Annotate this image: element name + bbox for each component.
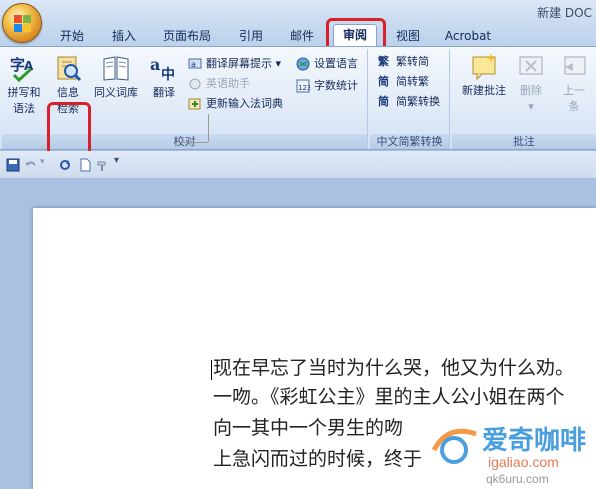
s2t-label: 简转繁 (396, 75, 429, 88)
word-count-icon: 123 (296, 79, 310, 93)
svg-text:123: 123 (298, 84, 310, 92)
thesaurus-label: 同义词库 (94, 86, 138, 99)
translation-tooltip-label: 翻译屏幕提示 (206, 57, 272, 70)
quick-access-toolbar: ▾ ▾ (0, 151, 596, 179)
ribbon: 字 A 拼写和 语法 信息 检索 同义词库 a 中 翻译 a 翻译屏幕提示 ▾ … (0, 46, 596, 178)
previous-label-line2: 条 (568, 100, 580, 113)
english-assistant-icon (189, 78, 201, 90)
thesaurus-book-icon (103, 56, 129, 81)
svg-text:a: a (191, 60, 196, 69)
translate-button[interactable]: a 中 翻译 (144, 53, 184, 101)
title-bar: 新建 DOC 开始 插入 页面布局 引用 邮件 审阅 视图 Acrobat (0, 0, 596, 46)
delete-label: 删除 (520, 84, 542, 97)
delete-comment-button[interactable]: 删除 ▾ (512, 51, 550, 115)
translation-tooltip-icon: a (188, 58, 202, 69)
english-assistant-label: 英语助手 (206, 77, 250, 90)
update-dictionary-icon (188, 98, 201, 110)
word-count-label: 字数统计 (314, 79, 358, 92)
update-ime-label: 更新输入法词典 (206, 97, 283, 110)
chinese-conversion-button[interactable]: 简 简繁转换 (378, 93, 440, 111)
tab-insert[interactable]: 插入 (104, 26, 144, 46)
dropdown-arrow-icon: ▾ (528, 100, 534, 113)
undo-icon[interactable] (24, 158, 38, 172)
research-book-icon (57, 56, 82, 82)
redo-icon[interactable] (58, 158, 72, 172)
thesaurus-button[interactable]: 同义词库 (90, 53, 142, 101)
delete-comment-icon (519, 56, 543, 75)
watermark-logo-icon (431, 428, 477, 464)
spelling-label-line2: 语法 (13, 102, 35, 115)
simplified-to-traditional-button[interactable]: 简 简转繁 (378, 73, 429, 91)
dropdown-arrow-icon: ▾ (275, 57, 282, 70)
simplified-to-traditional-icon: 简 (378, 75, 389, 88)
undo-dropdown-icon[interactable]: ▾ (40, 157, 45, 167)
office-button[interactable] (2, 3, 42, 43)
margin-marker-horizontal (178, 142, 208, 143)
tab-page-layout[interactable]: 页面布局 (152, 26, 222, 46)
chinese-conversion-icon: 简 (378, 95, 389, 108)
document-text-line[interactable]: 现在早忘了当时为什么哭，他又为什么劝。 (213, 354, 596, 382)
watermark-site: igaliao.com (488, 454, 559, 470)
research-label-line1: 信息 (57, 86, 79, 99)
tab-view[interactable]: 视图 (388, 26, 428, 46)
update-ime-dictionary-button[interactable]: 更新输入法词典 (188, 95, 283, 113)
watermark-site-secondary: qk6uru.com (486, 472, 549, 486)
new-comment-button[interactable]: 新建批注 (458, 51, 510, 99)
tab-references[interactable]: 引用 (231, 26, 271, 46)
document-text-line[interactable]: 一吻。《彩虹公主》里的主人公小姐在两个 (213, 383, 596, 411)
new-document-icon[interactable] (78, 158, 92, 172)
spelling-label-line1: 拼写和 (7, 86, 41, 99)
new-comment-label: 新建批注 (462, 84, 506, 97)
watermark-brand: 爱奇咖啡 (482, 425, 587, 455)
previous-comment-button[interactable]: 上一 条 (554, 51, 594, 115)
previous-label-line1: 上一 (563, 84, 585, 97)
set-language-label: 设置语言 (314, 57, 358, 70)
format-painter-icon[interactable] (96, 158, 110, 172)
svg-text:中: 中 (161, 66, 175, 83)
new-comment-icon (472, 53, 496, 81)
window-title: 新建 DOC (537, 6, 592, 20)
svg-text:a: a (150, 55, 160, 74)
tab-mailings[interactable]: 邮件 (282, 26, 322, 46)
previous-comment-icon (564, 56, 586, 75)
office-logo-icon (14, 15, 32, 33)
word-count-button[interactable]: 123 字数统计 (296, 77, 358, 95)
spelling-grammar-button[interactable]: 字 A 拼写和 语法 (6, 53, 42, 117)
svg-text:字: 字 (10, 56, 25, 74)
text-cursor (211, 360, 212, 380)
chinese-conversion-group-label: 中文简繁转换 (370, 134, 449, 149)
translation-tooltip-button[interactable]: a 翻译屏幕提示 ▾ (188, 55, 281, 73)
globe-icon (296, 57, 310, 71)
traditional-to-simplified-icon: 繁 (378, 55, 389, 68)
english-assistant-button[interactable]: 英语助手 (188, 75, 250, 93)
t2s-label: 繁转简 (396, 55, 429, 68)
customize-toolbar-icon[interactable]: ▾ (114, 155, 119, 166)
comments-group-label: 批注 (452, 134, 596, 149)
tab-acrobat[interactable]: Acrobat (438, 26, 498, 46)
margin-marker-vertical (208, 114, 209, 142)
tab-home[interactable]: 开始 (52, 26, 92, 46)
translate-label: 翻译 (153, 86, 175, 99)
convert-label: 简繁转换 (396, 95, 440, 108)
set-language-button[interactable]: 设置语言 (296, 55, 358, 73)
traditional-to-simplified-button[interactable]: 繁 繁转简 (378, 53, 429, 71)
translate-icon: a 中 (150, 55, 175, 83)
save-icon[interactable] (6, 158, 20, 172)
spelling-check-icon: 字 A (10, 56, 34, 83)
